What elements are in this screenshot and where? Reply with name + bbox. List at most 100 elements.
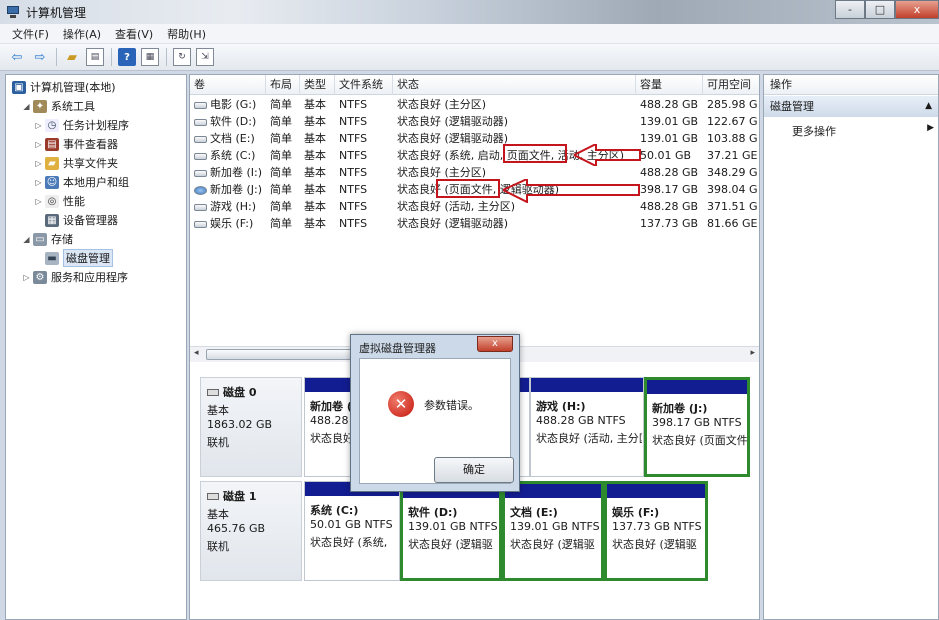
table-row[interactable]: 系统 (C:) 简单 基本 NTFS 状态良好 (系统, 启动, 页面文件, 活动, 主… — [190, 147, 759, 164]
partition-block[interactable]: 新加卷 (J:) 398.17 GB NTFS 状态良好 (页面文件) — [644, 377, 750, 477]
volume-name: 系统 (C:) — [210, 149, 256, 162]
show-hide-tree-icon[interactable]: ▤ — [86, 48, 104, 66]
tree-expand-arrow-icon[interactable]: ▷ — [22, 273, 31, 282]
disk-size: 1863.02 GB — [207, 418, 273, 431]
volume-cell: 电影 (G:) — [190, 96, 266, 113]
storage-icon: ▭ — [33, 232, 47, 246]
partition-bar — [647, 380, 747, 394]
column-header-type[interactable]: 类型 — [300, 75, 335, 95]
close-button[interactable]: x — [895, 0, 939, 19]
collapse-arrow-icon[interactable]: ▲ — [925, 96, 932, 117]
computer-icon: ▣ — [12, 80, 26, 94]
scroll-left-icon[interactable]: ◂ — [194, 348, 199, 358]
tree-expand-arrow-icon[interactable]: ▷ — [34, 140, 43, 149]
minimize-button[interactable]: - — [835, 0, 865, 19]
more-actions-link[interactable]: 更多操作 — [792, 123, 836, 139]
table-cell: 122.67 G — [707, 115, 758, 128]
tree-item[interactable]: ◢ ✦ 系统工具 — [22, 97, 95, 115]
volume-icon — [194, 220, 207, 228]
partition-name: 软件 (D:) — [408, 506, 458, 519]
partition-size: 137.73 GB NTFS — [612, 520, 702, 533]
table-cell: 基本 — [304, 132, 326, 145]
tree-item[interactable]: ▷ ▰ 共享文件夹 — [34, 154, 118, 172]
column-header-status[interactable]: 状态 — [393, 75, 636, 95]
dialog-close-button[interactable]: x — [477, 336, 513, 352]
back-arrow-icon[interactable]: ⇦ — [8, 48, 26, 66]
table-row[interactable]: 电影 (G:) 简单 基本 NTFS 状态良好 (主分区) 488.28 GB 285.98… — [190, 96, 759, 113]
tree-expand-arrow-icon[interactable]: ▷ — [34, 178, 43, 187]
volume-icon — [194, 135, 207, 143]
tree-item[interactable]: ▷ ◷ 任务计划程序 — [34, 116, 129, 134]
table-cell: 简单 — [270, 183, 292, 196]
table-row[interactable]: 文档 (E:) 简单 基本 NTFS 状态良好 (逻辑驱动器) 139.01 GB 103.… — [190, 130, 759, 147]
disk-status: 联机 — [207, 436, 229, 449]
partition-block[interactable]: 软件 (D:) 139.01 GB NTFS 状态良好 (逻辑驱 — [400, 481, 502, 581]
column-header-free-space[interactable]: 可用空间 — [703, 75, 759, 95]
disk-label[interactable]: 磁盘 1 基本 465.76 GB 联机 — [200, 481, 302, 581]
toolbar: ⇦ ⇨ ▰ ▤ ? ▦ ↻ ⇲ — [0, 44, 939, 71]
submenu-arrow-icon: ▶ — [927, 123, 934, 133]
partition-block[interactable]: 游戏 (H:) 488.28 GB NTFS 状态良好 (活动, 主分区) — [530, 377, 644, 477]
volume-cell: 游戏 (H:) — [190, 198, 266, 215]
table-row[interactable]: 娱乐 (F:) 简单 基本 NTFS 状态良好 (逻辑驱动器) 137.73 GB 81.6… — [190, 215, 759, 232]
error-dialog: 虚拟磁盘管理器 x ✕ 参数错误。 确定 — [350, 334, 520, 492]
table-cell: 基本 — [304, 217, 326, 230]
menu-action[interactable]: 操作(A) — [63, 26, 101, 42]
export-icon[interactable]: ⇲ — [196, 48, 214, 66]
properties-icon[interactable]: ▦ — [141, 48, 159, 66]
column-header-layout[interactable]: 布局 — [266, 75, 300, 95]
disk-label[interactable]: 磁盘 0 基本 1863.02 GB 联机 — [200, 377, 302, 477]
volume-icon — [194, 185, 207, 195]
volume-name: 新加卷 (J:) — [210, 183, 263, 196]
tree-item[interactable]: ▷ ◎ 性能 — [34, 192, 85, 210]
refresh-icon[interactable]: ↻ — [173, 48, 191, 66]
annotation-arrow-j — [503, 179, 640, 203]
dialog-ok-button[interactable]: 确定 — [434, 457, 514, 483]
toolbar-separator — [111, 48, 112, 66]
disk-row: 磁盘 1 基本 465.76 GB 联机 系统 (C:) 50.01 GB NTFS 状态良… — [200, 481, 758, 581]
scroll-right-icon[interactable]: ▸ — [750, 348, 755, 358]
partition-block[interactable]: 系统 (C:) 50.01 GB NTFS 状态良好 (系统, — [304, 481, 400, 581]
maximize-button[interactable]: □ — [865, 0, 895, 19]
table-cell: 基本 — [304, 149, 326, 162]
tree-expand-arrow-icon[interactable]: ▷ — [34, 159, 43, 168]
up-folder-icon[interactable]: ▰ — [63, 48, 81, 66]
tree-item[interactable]: ◢ ▭ 存储 — [22, 230, 73, 248]
tree-item[interactable]: ▷ ⚙ 服务和应用程序 — [22, 268, 128, 286]
disk-management-icon: ▬ — [45, 251, 59, 265]
partition-size: 398.17 GB NTFS — [652, 416, 742, 429]
tree-item[interactable]: ▬ 磁盘管理 — [34, 249, 113, 267]
table-cell: 简单 — [270, 115, 292, 128]
help-icon[interactable]: ? — [118, 48, 136, 66]
table-row[interactable]: 软件 (D:) 简单 基本 NTFS 状态良好 (逻辑驱动器) 139.01 GB 122.… — [190, 113, 759, 130]
table-cell: 简单 — [270, 149, 292, 162]
tree-expand-arrow-icon[interactable]: ▷ — [34, 197, 43, 206]
menu-help[interactable]: 帮助(H) — [167, 26, 206, 42]
menu-file[interactable]: 文件(F) — [12, 26, 49, 42]
disk-name-text: 磁盘 1 — [223, 490, 257, 503]
tree-item[interactable]: ▷ ▤ 事件查看器 — [34, 135, 118, 153]
column-header-filesystem[interactable]: 文件系统 — [335, 75, 393, 95]
tree-item[interactable]: ▷ ☺ 本地用户和组 — [34, 173, 129, 191]
partition-block[interactable]: 文档 (E:) 139.01 GB NTFS 状态良好 (逻辑驱 — [502, 481, 604, 581]
partition-block[interactable]: 娱乐 (F:) 137.73 GB NTFS 状态良好 (逻辑驱 — [604, 481, 708, 581]
table-cell: 简单 — [270, 166, 292, 179]
tree-expand-arrow-icon[interactable]: ◢ — [22, 102, 31, 111]
tree-item[interactable]: ▣ 计算机管理(本地) — [10, 78, 116, 96]
column-header-capacity[interactable]: 容量 — [636, 75, 703, 95]
partition-status: 状态良好 (页面文件) — [652, 434, 747, 447]
tree-expand-arrow-icon[interactable]: ▷ — [34, 121, 43, 130]
menu-view[interactable]: 查看(V) — [115, 26, 153, 42]
table-row[interactable]: 游戏 (H:) 简单 基本 NTFS 状态良好 (活动, 主分区) 488.28 GB 37… — [190, 198, 759, 215]
forward-arrow-icon[interactable]: ⇨ — [31, 48, 49, 66]
actions-section-disk-management[interactable]: 磁盘管理 ▲ — [764, 96, 938, 117]
tree-item-label: 磁盘管理 — [63, 249, 113, 267]
table-cell: NTFS — [339, 166, 368, 179]
tree-expand-arrow-icon[interactable]: ◢ — [22, 235, 31, 244]
tree-item-label: 共享文件夹 — [63, 157, 118, 170]
column-header-volume[interactable]: 卷 — [190, 75, 266, 95]
tree-item[interactable]: ▦ 设备管理器 — [34, 211, 118, 229]
partition-status: 状态良好 (逻辑驱 — [510, 538, 595, 551]
tree-item-label: 事件查看器 — [63, 138, 118, 151]
disk-type: 基本 — [207, 404, 229, 417]
